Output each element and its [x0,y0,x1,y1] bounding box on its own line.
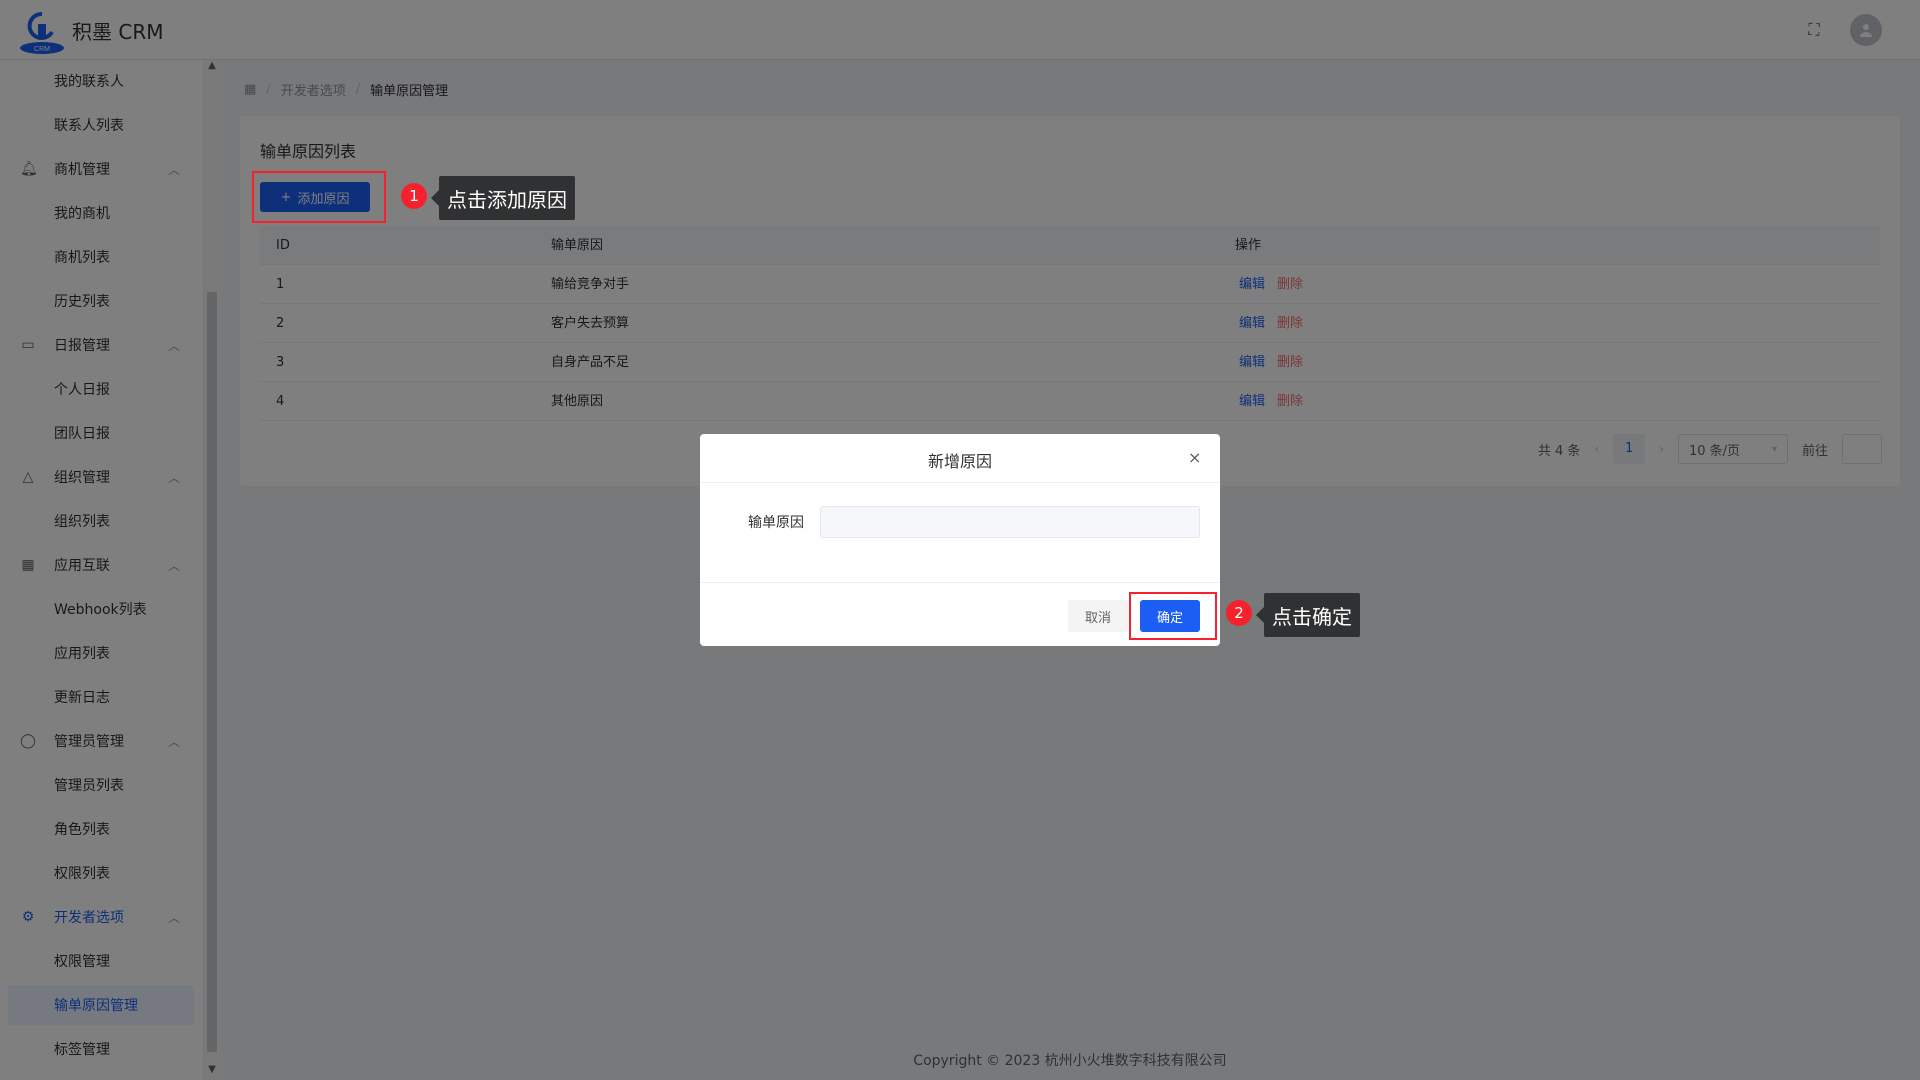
divider [700,582,1220,583]
callout-highlight-confirm [1129,592,1217,640]
callout-badge-2: 2 [1226,600,1252,626]
close-icon[interactable]: × [1188,448,1201,467]
callout-highlight-add [252,171,386,223]
reason-input[interactable] [820,506,1200,538]
reason-field-label: 输单原因 [748,515,804,531]
callout-badge-1: 1 [401,183,427,209]
callout-tip-add: 点击添加原因 [431,176,575,220]
dialog-title: 新增原因 [927,452,992,471]
callout-tip-confirm: 点击确定 [1256,593,1360,637]
divider [700,482,1220,483]
cancel-button[interactable]: 取消 [1068,600,1128,632]
